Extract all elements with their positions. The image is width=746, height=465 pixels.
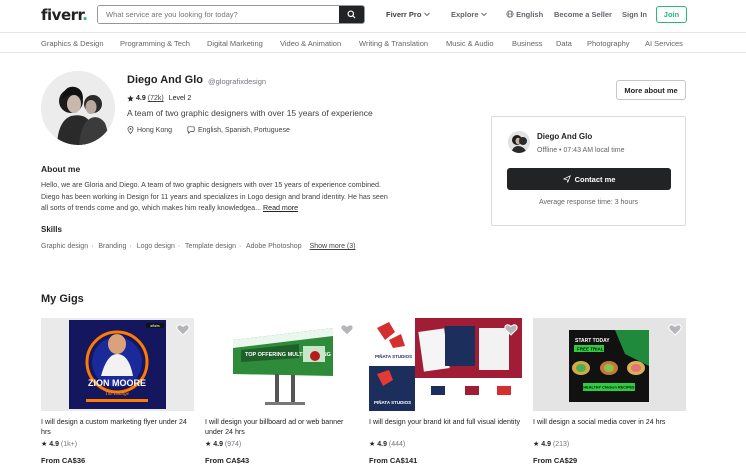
gig-price: From CA$43	[205, 456, 250, 465]
svg-text:HEALTHY Chicken RECIPES: HEALTHY Chicken RECIPES	[583, 386, 635, 390]
gig-image[interactable]: TOP OFFERING MULTI-TURNING	[205, 318, 358, 411]
gig-title[interactable]: I will design your brand kit and full vi…	[369, 417, 522, 427]
send-icon	[562, 175, 571, 183]
category-item[interactable]: Programming & Tech	[120, 39, 190, 48]
nav-language[interactable]: English	[506, 10, 543, 19]
heart-icon[interactable]	[504, 323, 518, 336]
skill-item[interactable]: Adobe Photoshop	[246, 243, 302, 250]
gig-rating: ★ 4.9 (1k+)	[41, 441, 78, 448]
gig-card[interactable]: TOP OFFERING MULTI-TURNING I will design…	[205, 318, 358, 465]
show-more-skills-link[interactable]: Show more (3)	[310, 243, 356, 250]
top-header: fiverr. Fiverr Pro Explore English Becom…	[0, 0, 746, 32]
nav-fiverr-pro[interactable]: Fiverr Pro	[386, 10, 430, 19]
contact-avatar	[508, 131, 530, 153]
search-icon	[347, 10, 356, 19]
gig-title[interactable]: I will design a social media cover in 24…	[533, 417, 686, 427]
profile-name: Diego And Glo	[127, 74, 203, 86]
category-bar: Graphics & Design Programming & Tech Dig…	[0, 32, 746, 53]
svg-text:FREE TRIAL: FREE TRIAL	[577, 347, 604, 352]
svg-text:PIÑATA STUDIOS: PIÑATA STUDIOS	[375, 353, 412, 359]
about-text: Hello, we are Gloria and Diego. A team o…	[41, 181, 388, 212]
gig-card[interactable]: START TODAY FREE TRIAL HEALTHY Chicken R…	[533, 318, 686, 465]
profile-location: Hong Kong	[127, 126, 172, 134]
svg-text:The Lounge: The Lounge	[105, 392, 130, 397]
gig-card[interactable]: PIÑATA STUDIOS PIÑATA STUDIOS I will des…	[369, 318, 522, 465]
gig-price: From CA$29	[533, 456, 578, 465]
search-button[interactable]	[339, 6, 364, 23]
skill-item[interactable]: Logo design	[137, 243, 175, 250]
skill-item[interactable]: Template design	[185, 243, 236, 250]
contact-card: Diego And Glo Offline • 07:43 AM local t…	[491, 116, 686, 226]
about-heading: About me	[41, 164, 81, 174]
fiverr-logo[interactable]: fiverr.	[41, 6, 88, 24]
heart-icon[interactable]	[176, 323, 190, 336]
skills-list: Graphic design · Branding · Logo design · T…	[41, 243, 356, 250]
gig-price: From CA$141	[369, 456, 418, 465]
skill-item[interactable]: Branding	[98, 243, 126, 250]
svg-text:affairs: affairs	[150, 324, 160, 328]
gig-rating: ★ 4.9 (974)	[205, 441, 242, 448]
skill-item[interactable]: Graphic design	[41, 243, 88, 250]
speech-bubble-icon	[187, 126, 195, 134]
nav-sign-in[interactable]: Sign In	[622, 10, 647, 19]
profile-photo	[41, 71, 115, 145]
category-item[interactable]: Music & Audio	[446, 39, 494, 48]
join-button[interactable]: Join	[656, 6, 687, 23]
profile-languages: English, Spanish, Portuguese	[187, 126, 290, 134]
contact-name: Diego And Glo	[537, 132, 593, 141]
response-time: Average response time: 3 hours	[538, 199, 639, 206]
chevron-down-icon	[423, 12, 430, 17]
profile-tagline: A team of two graphic designers with ove…	[127, 108, 373, 118]
gig-title[interactable]: I will design your billboard ad or web b…	[205, 417, 358, 437]
nav-explore[interactable]: Explore	[451, 10, 487, 19]
profile-username: @glografixdesign	[208, 77, 267, 86]
gig-image[interactable]: affairs ZION MOORE The Lounge	[41, 318, 194, 411]
gig-title[interactable]: I will design a custom marketing flyer u…	[41, 417, 194, 437]
contact-me-button[interactable]: Contact me	[507, 168, 671, 190]
search-box	[97, 5, 365, 24]
profile-rating: 4.9 (72k) Level 2	[127, 95, 191, 102]
category-item[interactable]: Graphics & Design	[41, 39, 104, 48]
svg-text:START TODAY: START TODAY	[575, 338, 610, 344]
gig-card[interactable]: affairs ZION MOORE The Lounge I will des…	[41, 318, 194, 465]
location-pin-icon	[127, 126, 134, 134]
contact-status: Offline • 07:43 AM local time	[537, 147, 625, 154]
read-more-link[interactable]: Read more	[263, 204, 298, 212]
category-item[interactable]: Photography	[587, 39, 630, 48]
more-about-me-button[interactable]: More about me	[616, 80, 686, 100]
skills-heading: Skills	[41, 225, 62, 234]
gig-image[interactable]: PIÑATA STUDIOS PIÑATA STUDIOS	[369, 318, 522, 411]
category-item[interactable]: Video & Animation	[280, 39, 341, 48]
gig-image[interactable]: START TODAY FREE TRIAL HEALTHY Chicken R…	[533, 318, 686, 411]
category-item[interactable]: Digital Marketing	[207, 39, 263, 48]
category-item[interactable]: Data	[556, 39, 572, 48]
seller-level: Level 2	[168, 95, 192, 102]
gig-price: From CA$36	[41, 456, 86, 465]
search-input[interactable]	[98, 6, 341, 23]
chevron-down-icon	[480, 12, 487, 17]
category-item[interactable]: Business	[512, 39, 542, 48]
gig-rating: ★ 4.9 (213)	[533, 441, 570, 448]
profile-avatar	[41, 71, 115, 145]
category-item[interactable]: Writing & Translation	[359, 39, 428, 48]
svg-text:ZION MOORE: ZION MOORE	[88, 378, 146, 388]
svg-text:PIÑATA STUDIOS: PIÑATA STUDIOS	[374, 399, 411, 405]
globe-icon	[506, 10, 514, 18]
nav-become-seller[interactable]: Become a Seller	[554, 10, 612, 19]
rating-value: 4.9	[136, 95, 146, 102]
heart-icon[interactable]	[668, 323, 682, 336]
gigs-heading: My Gigs	[41, 293, 84, 305]
category-item[interactable]: AI Services	[645, 39, 683, 48]
rating-count[interactable]: (72k)	[148, 95, 164, 102]
gig-rating: ★ 4.9 (444)	[369, 441, 406, 448]
heart-icon[interactable]	[340, 323, 354, 336]
star-icon	[127, 95, 134, 102]
